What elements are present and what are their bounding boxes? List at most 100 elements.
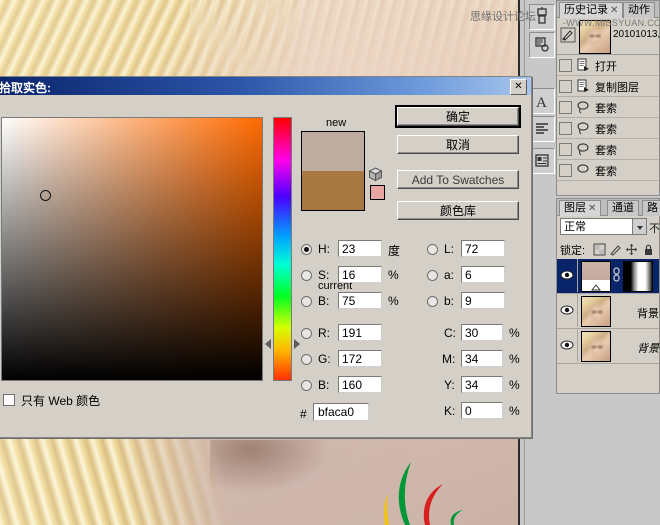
layer-thumbnail[interactable] [581,296,611,327]
brightness-input[interactable]: 75 [338,292,382,309]
blend-mode-row: 正常 不 [557,216,659,241]
yellow-input[interactable]: 34 [461,376,503,393]
black-input[interactable]: 0 [461,402,503,419]
tab-paths[interactable]: 路 [642,200,660,216]
history-item[interactable]: 打开 [557,55,659,76]
radio-blue[interactable] [301,380,312,391]
tab-history-close-icon[interactable]: ✕ [610,5,618,16]
strip-button-styles[interactable] [529,32,555,58]
lock-image-brush-icon[interactable] [609,243,622,256]
layer-visibility-cell[interactable] [557,294,578,327]
layer-link-icon[interactable] [612,267,621,283]
radio-green[interactable] [301,354,312,365]
red-input[interactable]: 191 [338,324,382,341]
hue-slider-handle-left[interactable] [265,339,271,349]
ok-button[interactable]: 确定 [397,107,519,126]
history-item-label: 套索 [595,121,617,137]
svg-text:A: A [536,95,547,111]
eye-icon[interactable] [560,304,574,316]
lab-l-input[interactable]: 72 [461,240,505,257]
tab-channels[interactable]: 通道 [607,200,639,216]
layer-row[interactable] [557,259,659,294]
strip-button-info[interactable] [529,148,555,174]
color-libraries-button[interactable]: 颜色库 [397,201,519,220]
strip-button-character[interactable]: A [529,88,555,114]
new-color-swatch[interactable] [302,132,364,171]
document-icon [576,58,590,72]
layer-visibility-cell[interactable] [557,329,578,362]
tab-layers[interactable]: 图层✕ [559,200,601,216]
tab-actions[interactable]: 动作 [623,2,655,18]
color-preview-swatch[interactable] [301,131,365,211]
opacity-label: 不 [649,220,660,236]
hex-input[interactable]: bfaca0 [313,403,369,421]
lock-transparency-icon[interactable] [593,243,606,256]
saturation-brightness-field[interactable] [1,117,263,381]
layer-mask-thumbnail[interactable] [623,261,653,292]
history-snapshot-checkbox[interactable] [559,59,572,72]
yellow-label: Y: [444,378,455,392]
layer-visibility-cell[interactable] [557,259,578,292]
sv-gradient [2,118,262,380]
black-unit: % [509,404,520,418]
saturation-label: S: [318,268,329,282]
lock-label: 锁定: [560,242,585,258]
chevron-down-icon[interactable] [632,218,647,235]
cancel-button[interactable]: 取消 [397,135,519,154]
cyan-input[interactable]: 30 [461,324,503,341]
out-of-gamut-cube-icon[interactable] [368,167,383,182]
lab-b-input[interactable]: 9 [461,292,505,309]
web-colors-only-checkbox[interactable] [3,394,15,406]
history-snapshot-checkbox[interactable] [559,164,572,177]
green-input[interactable]: 172 [338,350,382,367]
history-item[interactable]: 复制图层 [557,76,659,97]
lock-all-padlock-icon[interactable] [642,243,655,256]
history-item[interactable]: 套索 [557,118,659,139]
layer-row[interactable]: 背景 [557,329,659,364]
radio-lab-l[interactable] [427,244,438,255]
history-snapshot-checkbox[interactable] [559,80,572,93]
web-safe-color-swatch[interactable] [370,185,385,200]
hex-prefix-label: # [300,407,307,421]
eye-icon[interactable] [560,269,574,281]
saturation-input[interactable]: 16 [338,266,382,283]
blend-mode-select[interactable]: 正常 [560,218,632,235]
radio-red[interactable] [301,328,312,339]
radio-lab-b[interactable] [427,296,438,307]
tab-history[interactable]: 历史记录✕ [559,2,623,18]
radio-brightness[interactable] [301,296,312,307]
lab-l-label: L: [444,242,454,256]
history-item[interactable]: 套索 [557,160,659,181]
radio-saturation[interactable] [301,270,312,281]
layer-thumbnail[interactable] [581,261,611,292]
radio-hue[interactable] [301,244,312,255]
history-snapshot-checkbox[interactable] [559,101,572,114]
hue-slider[interactable] [273,117,292,381]
hue-slider-handle-right[interactable] [294,339,300,349]
hue-input[interactable]: 23 [338,240,382,257]
history-item-label: 打开 [595,58,617,74]
history-snapshot-checkbox[interactable] [559,122,572,135]
document-icon [576,79,590,93]
blue-input[interactable]: 160 [338,376,382,393]
lock-position-move-icon[interactable] [625,243,638,256]
history-item[interactable]: 套索 [557,97,659,118]
layer-row[interactable]: 背景 副本 [557,294,659,329]
add-to-swatches-button[interactable]: Add To Swatches [397,170,519,189]
lab-a-input[interactable]: 6 [461,266,505,283]
current-color-swatch[interactable] [302,171,364,210]
magenta-input[interactable]: 34 [461,350,503,367]
tab-layers-close-icon[interactable]: ✕ [588,203,596,214]
strip-button-paragraph[interactable] [529,116,555,142]
cyan-label: C: [444,326,456,340]
eye-icon[interactable] [560,339,574,351]
radio-lab-a[interactable] [427,270,438,281]
web-colors-only-label: 只有 Web 颜色 [21,392,100,409]
color-picker-dialog[interactable]: 拾取实色: ✕ new current 确定 取消 Add To Swatche… [0,76,532,438]
dialog-title-bar[interactable]: 拾取实色: ✕ [0,77,531,95]
layer-thumbnail[interactable] [581,331,611,362]
sv-selection-marker[interactable] [40,190,51,201]
history-snapshot-checkbox[interactable] [559,143,572,156]
close-icon[interactable]: ✕ [510,79,527,95]
history-item[interactable]: 套索 [557,139,659,160]
